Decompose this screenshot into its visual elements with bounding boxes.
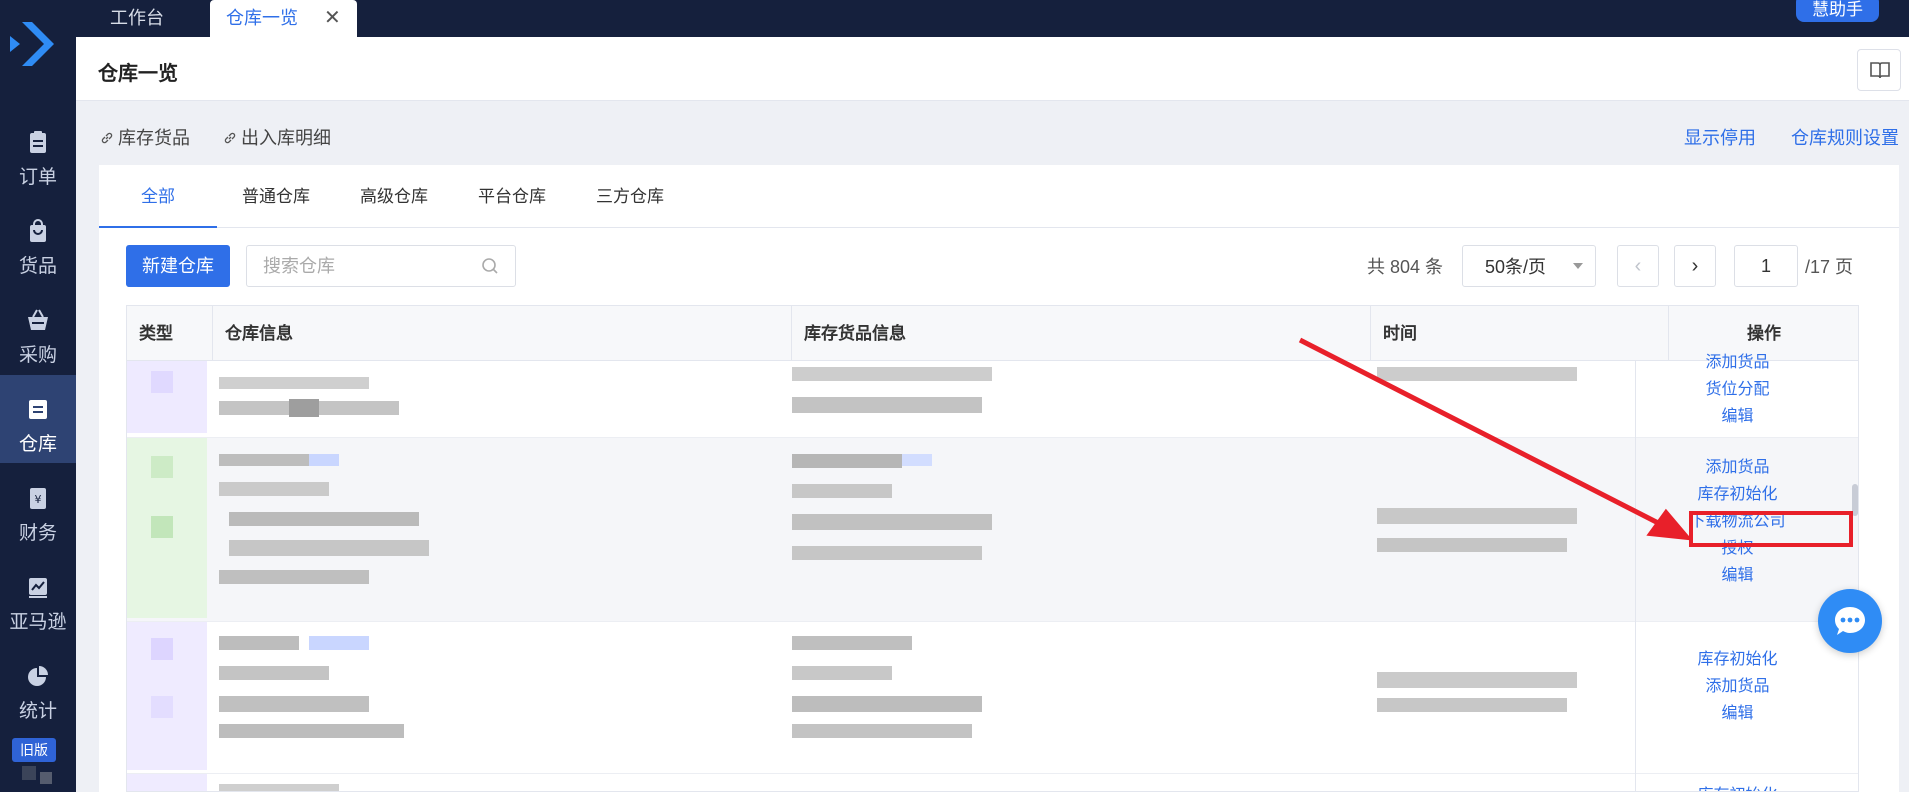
add-goods-link[interactable]: 添加货品 <box>1635 454 1840 481</box>
inventory-init-link[interactable]: 库存初始化 <box>1635 481 1840 508</box>
pie-chart-icon <box>28 666 48 686</box>
link-inout-detail[interactable]: 出入库明细 <box>223 128 331 148</box>
inventory-init-link[interactable]: 库存初始化 <box>1635 646 1840 673</box>
page-title: 仓库一览 <box>98 63 178 85</box>
total-count: 共 804 条 <box>1367 257 1444 277</box>
link-label: 库存货品 <box>118 128 190 148</box>
book-icon <box>1870 62 1890 79</box>
book-button[interactable] <box>1857 49 1901 91</box>
top-tab-bar: 工作台 仓库一览 ✕ 慧助手 <box>76 0 1909 37</box>
helper-button[interactable]: 慧助手 <box>1796 0 1879 22</box>
warehouse-type-tabs: 全部 普通仓库 高级仓库 平台仓库 三方仓库 <box>99 165 1899 228</box>
tab-workbench[interactable]: 工作台 <box>94 0 180 37</box>
edit-link[interactable]: 编辑 <box>1635 700 1840 727</box>
chevron-right-icon: › <box>1691 255 1699 277</box>
close-icon[interactable]: ✕ <box>324 7 341 29</box>
divider <box>1635 361 1636 791</box>
location-assign-link[interactable]: 货位分配 <box>1635 376 1840 403</box>
sidebar-item-statistics[interactable]: 统计 <box>0 642 76 730</box>
avatar-detail <box>40 772 52 784</box>
app-logo-icon[interactable] <box>8 16 68 76</box>
add-goods-link[interactable]: 添加货品 <box>1635 349 1840 376</box>
clipboard-icon <box>30 131 46 153</box>
page-size-select[interactable]: 50条/页 <box>1462 245 1596 287</box>
sidebar-item-label: 财务 <box>18 523 57 544</box>
table-row: 库存初始化 <box>127 774 1858 791</box>
search-input[interactable] <box>246 245 516 287</box>
next-page-button[interactable]: › <box>1674 245 1716 287</box>
tab-label: 仓库一览 <box>226 8 298 28</box>
edit-link[interactable]: 编辑 <box>1635 562 1840 589</box>
table-header: 类型 仓库信息 库存货品信息 时间 操作 <box>127 306 1858 361</box>
chevron-left-icon: ‹ <box>1634 255 1642 277</box>
table-row: 添加货品 货位分配 编辑 <box>127 354 1858 438</box>
page-number-input[interactable] <box>1734 245 1798 287</box>
page-header: 仓库一览 <box>76 37 1909 101</box>
sidebar-item-finance[interactable]: ¥ 财务 <box>0 464 76 552</box>
quick-links: 库存货品 出入库明细 <box>100 124 359 150</box>
sidebar-item-label: 统计 <box>18 701 57 722</box>
sidebar-item-amazon[interactable]: 亚马逊 <box>0 553 76 641</box>
add-goods-link[interactable]: 添加货品 <box>1635 673 1840 700</box>
chat-button[interactable] <box>1818 589 1882 653</box>
sidebar-item-goods[interactable]: 货品 <box>0 197 76 285</box>
tab-label: 工作台 <box>110 8 164 28</box>
column-header-inventory-info: 库存货品信息 <box>792 306 1371 361</box>
tab-warehouse-overview[interactable]: 仓库一览 ✕ <box>210 0 357 37</box>
sidebar-item-label: 亚马逊 <box>9 612 67 633</box>
search-icon[interactable] <box>481 257 499 275</box>
old-version-badge[interactable]: 旧版 <box>12 738 56 762</box>
page-size-value: 50条/页 <box>1485 257 1547 277</box>
link-icon <box>101 132 113 144</box>
column-header-warehouse-info: 仓库信息 <box>213 306 792 361</box>
warehouse-rules-link[interactable]: 仓库规则设置 <box>1791 128 1899 148</box>
row-actions: 添加货品 货位分配 编辑 <box>1635 349 1840 430</box>
tab-normal[interactable]: 普通仓库 <box>217 165 335 228</box>
edit-link[interactable]: 编辑 <box>1635 403 1840 430</box>
basket-icon <box>28 309 48 330</box>
sidebar-item-label: 订单 <box>18 167 57 188</box>
new-warehouse-button[interactable]: 新建仓库 <box>126 245 230 287</box>
table-row: 添加货品 库存初始化 下载物流公司 授权 编辑 <box>127 438 1858 622</box>
sidebar: 订单 货品 采购 仓库 ¥ 财务 亚马逊 统计 旧版 <box>0 0 76 792</box>
prev-page-button[interactable]: ‹ <box>1617 245 1659 287</box>
table-row: 库存初始化 添加货品 编辑 <box>127 622 1858 774</box>
sidebar-item-purchase[interactable]: 采购 <box>0 286 76 374</box>
column-header-time: 时间 <box>1371 306 1669 361</box>
tab-all[interactable]: 全部 <box>99 165 217 228</box>
finance-icon: ¥ <box>30 488 46 509</box>
tab-platform[interactable]: 平台仓库 <box>453 165 571 228</box>
link-label: 出入库明细 <box>241 128 332 148</box>
svg-text:¥: ¥ <box>35 493 42 506</box>
sidebar-item-label: 货品 <box>18 256 57 277</box>
link-inventory-goods[interactable]: 库存货品 <box>100 128 190 148</box>
column-header-type: 类型 <box>127 306 213 361</box>
inventory-init-link[interactable]: 库存初始化 <box>1635 782 1840 791</box>
bag-icon <box>30 219 46 242</box>
show-disabled-link[interactable]: 显示停用 <box>1684 128 1756 148</box>
main-panel: 全部 普通仓库 高级仓库 平台仓库 三方仓库 新建仓库 共 804 条 50条/… <box>99 165 1899 792</box>
avatar[interactable] <box>22 766 36 780</box>
sidebar-item-label: 采购 <box>18 345 57 366</box>
chart-line-icon <box>29 578 47 598</box>
sidebar-item-orders[interactable]: 订单 <box>0 108 76 196</box>
link-icon <box>224 132 236 144</box>
row-actions: 库存初始化 添加货品 编辑 <box>1635 646 1840 727</box>
chat-bubble-icon <box>1835 607 1865 635</box>
annotation-highlight-box <box>1689 511 1853 547</box>
warehouse-icon <box>29 400 47 419</box>
tab-third-party[interactable]: 三方仓库 <box>571 165 689 228</box>
tab-advanced[interactable]: 高级仓库 <box>335 165 453 228</box>
chevron-down-icon <box>1573 263 1583 269</box>
sidebar-item-warehouse[interactable]: 仓库 <box>0 375 76 463</box>
total-pages: /17 页 <box>1805 257 1854 277</box>
warehouse-table: 类型 仓库信息 库存货品信息 时间 操作 添加货品 货位分配 编辑 添加货品 库… <box>126 305 1859 792</box>
sidebar-item-label: 仓库 <box>18 434 57 455</box>
header-right-links: 显示停用 仓库规则设置 <box>1654 124 1899 150</box>
row-actions: 库存初始化 <box>1635 782 1840 791</box>
